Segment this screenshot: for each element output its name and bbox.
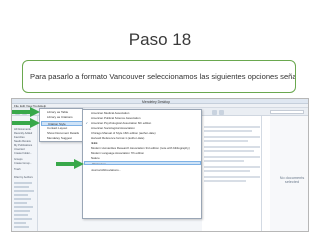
sidebar-item-recent[interactable]: Recently Added: [14, 132, 32, 135]
menu-item-library-citations[interactable]: Library as Citations: [41, 115, 83, 120]
style-mla[interactable]: Modern Language Association 7th edition: [84, 151, 201, 155]
author-entry[interactable]: [14, 218, 32, 220]
style-harvard[interactable]: Harvard Reference format 1 (author-date): [84, 136, 201, 140]
author-entry[interactable]: [14, 226, 29, 228]
author-entry[interactable]: [14, 214, 28, 216]
author-entry[interactable]: [14, 210, 30, 212]
table-row[interactable]: [204, 126, 260, 128]
style-mhra[interactable]: Modern Humanities Research Association 3…: [84, 146, 201, 150]
style-nature[interactable]: Nature: [84, 156, 201, 160]
checkmark-icon: ✓: [85, 121, 89, 125]
style-apa-label: American Psychological Association 6th e…: [91, 121, 152, 125]
arrow-view-menu-icon: [12, 107, 40, 117]
sidebar-item-review[interactable]: Needs Review: [14, 140, 31, 143]
author-entry[interactable]: [14, 202, 27, 204]
scrollbar[interactable]: [308, 136, 309, 232]
instruction-box: Para pasarlo a formato Vancouver selecci…: [22, 60, 296, 93]
arrow-vancouver-icon: [56, 159, 84, 169]
document-meta-column: [262, 116, 270, 231]
arrow-citation-style-icon: [12, 118, 40, 128]
author-entry[interactable]: [14, 198, 31, 200]
mendeley-screenshot: Mendeley Desktop File Edit View Tools He…: [11, 98, 309, 232]
sidebar-item-trash[interactable]: Trash: [14, 168, 21, 171]
style-vancouver[interactable]: Vancouver: [84, 161, 201, 166]
table-row[interactable]: [204, 150, 254, 152]
author-entry[interactable]: [14, 190, 34, 192]
style-asa[interactable]: American Sociological Association: [84, 126, 201, 130]
sidebar-item-all[interactable]: All Documents: [14, 128, 31, 131]
style-apa[interactable]: ✓ American Psychological Association 6th…: [84, 121, 201, 125]
sidebar-item-groups[interactable]: Groups: [14, 158, 23, 161]
table-row[interactable]: [204, 136, 260, 138]
author-entry[interactable]: [14, 194, 28, 196]
slide-title: Paso 18: [128, 30, 192, 49]
table-row[interactable]: [204, 180, 246, 182]
sidebar-item-publications[interactable]: My Publications: [14, 144, 32, 147]
sidebar-item-create-group[interactable]: Create Group...: [14, 162, 32, 165]
window-title: Mendeley Desktop: [142, 99, 171, 104]
share-icon[interactable]: [219, 109, 224, 115]
filter-by-authors[interactable]: Filter by Authors: [14, 176, 33, 179]
style-ieee[interactable]: IEEE: [84, 141, 201, 145]
details-pane: No documents selected: [270, 116, 309, 232]
table-row[interactable]: [204, 156, 260, 158]
table-row[interactable]: [204, 130, 252, 132]
instruction-text: Para pasarlo a formato Vancouver selecci…: [30, 72, 296, 81]
no-documents-text: No documents selected: [279, 176, 305, 185]
document-list: [202, 116, 262, 231]
sidebar-item-unsorted[interactable]: Unsorted: [14, 148, 25, 151]
menu-item-mendeley-suggest[interactable]: Mendeley Suggest: [41, 136, 83, 141]
style-ama[interactable]: American Medical Association: [84, 111, 201, 115]
sync-icon[interactable]: [212, 109, 217, 115]
author-entry[interactable]: [14, 182, 32, 184]
style-apsa[interactable]: American Political Science Association: [84, 116, 201, 120]
table-row[interactable]: [204, 170, 250, 172]
table-row[interactable]: [204, 146, 260, 148]
citation-style-submenu: American Medical Association American Po…: [82, 109, 202, 219]
author-entry[interactable]: [14, 222, 26, 224]
author-entry[interactable]: [14, 206, 33, 208]
search-input[interactable]: [270, 110, 304, 114]
author-entry[interactable]: [14, 186, 29, 188]
sidebar-item-favorites[interactable]: Favorites: [14, 136, 25, 139]
table-row[interactable]: [204, 176, 260, 178]
sidebar-item-create-folder[interactable]: Create Folder...: [14, 152, 32, 155]
table-row[interactable]: [204, 140, 248, 142]
view-menu: Library as Table Library as Citations Ci…: [39, 108, 83, 142]
sidebar: All Documents Recently Added Favorites N…: [12, 116, 38, 231]
style-journal-abbreviations[interactable]: Journal Abbreviations...: [84, 168, 201, 172]
table-row[interactable]: [204, 166, 260, 168]
style-chicago[interactable]: Chicago Manual of Style 16th edition (au…: [84, 131, 201, 135]
table-row[interactable]: [204, 160, 244, 162]
